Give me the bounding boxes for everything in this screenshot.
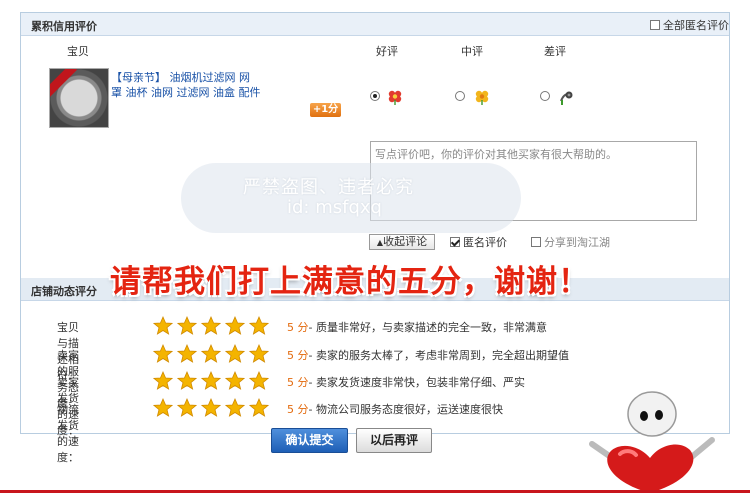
star-icon: [225, 316, 245, 335]
checkbox-checked[interactable]: [450, 237, 460, 247]
checkbox-box[interactable]: [650, 20, 660, 30]
five-star-request-banner: 请帮我们打上满意的五分，谢谢！: [110, 264, 590, 300]
plus-one-badge: +1分: [310, 103, 341, 117]
mascot-heart-icon: [589, 391, 715, 493]
review-panel: 累积信用评价 全部匿名评价 宝贝 好评 中评 差评 【母亲节】 油烟机过滤网 网…: [20, 12, 730, 464]
star-icon: [153, 344, 173, 363]
dsr-label: 物流发货的速度：: [57, 403, 79, 464]
star-icon: [249, 371, 269, 390]
wilted-flower-icon: [560, 91, 573, 105]
star-icon: [177, 316, 197, 335]
product-title-line-1[interactable]: 【母亲节】 油烟机过滤网 网: [111, 69, 250, 85]
watermark-text-line-2: id: msfqxq: [287, 197, 382, 218]
star-icon: [201, 344, 221, 363]
shop-rating-title: 店铺动态评分: [31, 285, 97, 298]
credit-review-title: 累积信用评价: [31, 20, 97, 33]
red-flower-icon: [388, 90, 402, 105]
star-icon: [249, 316, 269, 335]
share-label: 分享到淘江湖: [544, 236, 610, 249]
star-icon: [201, 316, 221, 335]
bad-rating-radio[interactable]: [540, 91, 550, 101]
credit-review-header: 累积信用评价 全部匿名评价: [21, 13, 729, 36]
star-icon: [201, 398, 221, 417]
dsr-value: 5 分- 质量非常好，与卖家描述的完全一致，非常满意: [287, 321, 547, 334]
star-icon: [177, 371, 197, 390]
star-icon: [177, 398, 197, 417]
collapse-comment-button[interactable]: ▲收起评论: [369, 234, 435, 250]
submit-button[interactable]: 确认提交: [271, 428, 348, 453]
column-bad: 差评: [544, 45, 566, 58]
share-checkbox[interactable]: 分享到淘江湖: [531, 234, 610, 250]
dsr-value: 5 分- 卖家的服务太棒了，考虑非常周到，完全超出期望值: [287, 349, 569, 362]
star-icon: [225, 398, 245, 417]
column-item: 宝贝: [67, 45, 89, 58]
star-icon: [249, 344, 269, 363]
watermark-text-line-1: 严禁盗图、违者必究: [243, 177, 414, 198]
dsr-value: 5 分- 卖家发货速度非常快，包装非常仔细、严实: [287, 376, 525, 389]
anonymous-review-checkbox[interactable]: 匿名评价: [450, 234, 507, 250]
neutral-rating-radio[interactable]: [455, 91, 465, 101]
yellow-flower-icon: [475, 90, 489, 105]
checkbox-box[interactable]: [531, 237, 541, 247]
product-thumbnail[interactable]: [49, 68, 109, 128]
product-title-line-2[interactable]: 罩 油杯 油网 过滤网 油盒 配件: [111, 84, 260, 100]
good-rating-radio[interactable]: [370, 91, 380, 101]
anonymous-all-checkbox[interactable]: 全部匿名评价: [650, 17, 729, 33]
star-icon: [153, 371, 173, 390]
star-icon: [249, 398, 269, 417]
dsr-value: 5 分- 物流公司服务态度很好，运送速度很快: [287, 403, 503, 416]
star-icon: [153, 316, 173, 335]
column-good: 好评: [376, 45, 398, 58]
review-later-button[interactable]: 以后再评: [356, 428, 432, 453]
star-icon: [177, 344, 197, 363]
star-icon: [225, 344, 245, 363]
star-icon: [225, 371, 245, 390]
anonymous-review-label: 匿名评价: [463, 236, 507, 249]
column-neutral: 中评: [461, 45, 483, 58]
star-icon: [153, 398, 173, 417]
anonymous-all-label: 全部匿名评价: [663, 19, 729, 32]
star-icon: [201, 371, 221, 390]
